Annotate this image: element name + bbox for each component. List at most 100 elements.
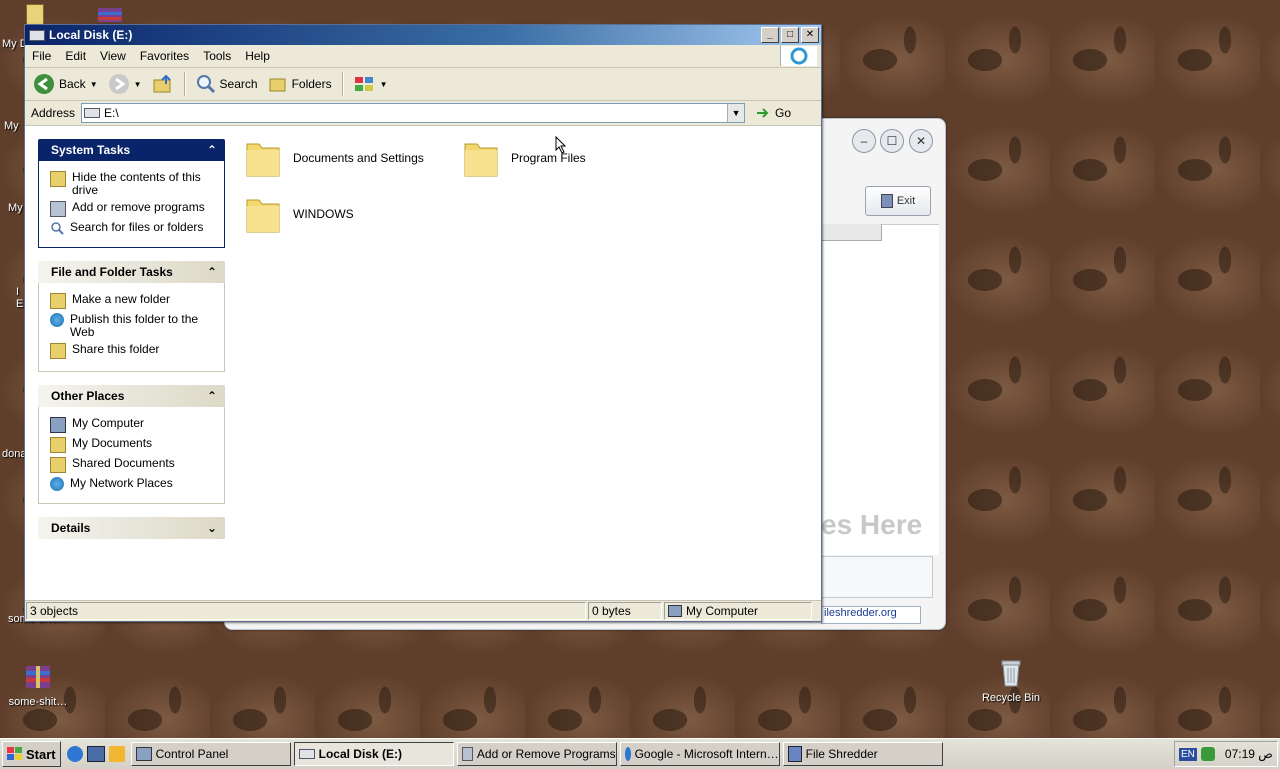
clock[interactable]: 07:19 ص xyxy=(1225,747,1273,761)
menu-favorites[interactable]: Favorites xyxy=(133,49,196,63)
file-list-panel[interactable] xyxy=(821,224,939,555)
place-my-computer[interactable]: My Computer xyxy=(50,417,216,433)
details-header[interactable]: Details ⌄ xyxy=(38,517,225,539)
toolbar: Back ▼ ▼ Search Folders ▼ xyxy=(25,68,821,101)
desktop-icon-label-partial[interactable]: I xyxy=(16,286,19,298)
search-label: Search xyxy=(219,77,258,91)
security-shield-icon[interactable] xyxy=(1200,747,1215,761)
address-dropdown-button[interactable]: ▼ xyxy=(727,104,745,122)
other-places-header[interactable]: Other Places ⌃ xyxy=(38,385,225,407)
title-bar[interactable]: Local Disk (E:) _ □ ✕ xyxy=(25,25,821,45)
chevron-down-icon[interactable]: ▼ xyxy=(134,80,142,89)
pane-title: Details xyxy=(51,521,91,535)
desktop-icon-label-partial[interactable]: My xyxy=(8,202,23,214)
task-make-new-folder[interactable]: Make a new folder xyxy=(50,293,216,309)
up-folder-icon xyxy=(153,74,171,93)
task-add-remove-programs[interactable]: Add or remove programs xyxy=(50,201,216,217)
start-button[interactable]: Start xyxy=(2,741,61,767)
task-label: Hide the contents of this drive xyxy=(72,170,201,197)
system-tasks-header[interactable]: System Tasks ⌃ xyxy=(38,139,225,161)
new-folder-icon xyxy=(50,293,66,309)
show-desktop-icon[interactable] xyxy=(86,746,105,762)
search-button[interactable]: Search xyxy=(192,72,262,96)
menu-tools[interactable]: Tools xyxy=(196,49,238,63)
taskbar-button-add-remove-programs[interactable]: Add or Remove Programs xyxy=(456,742,617,766)
windows-flag-icon xyxy=(7,747,22,760)
up-folder-button[interactable] xyxy=(148,72,178,96)
status-location: My Computer xyxy=(664,602,812,620)
task-search-files[interactable]: Search for files or folders xyxy=(50,221,216,235)
collapse-icon[interactable]: ⌃ xyxy=(207,389,217,403)
place-my-network-places[interactable]: My Network Places xyxy=(50,477,216,491)
status-bar: 3 objects 0 bytes My Computer xyxy=(25,600,821,621)
views-button[interactable]: ▼ xyxy=(350,73,392,95)
other-places-pane: Other Places ⌃ My Computer My Documents … xyxy=(38,385,225,504)
status-location-label: My Computer xyxy=(686,604,759,618)
shared-folder-icon xyxy=(50,457,66,473)
back-button[interactable]: Back ▼ xyxy=(29,71,102,97)
desktop-icon-label-partial[interactable]: dona xyxy=(2,448,26,460)
taskbar-button-file-shredder[interactable]: File Shredder xyxy=(782,742,943,766)
collapse-icon[interactable]: ⌃ xyxy=(207,143,217,157)
expand-icon[interactable]: ⌄ xyxy=(207,521,217,535)
language-indicator[interactable]: EN xyxy=(1179,747,1197,761)
chevron-down-icon[interactable]: ▼ xyxy=(90,80,98,89)
desktop-icon-archive[interactable]: some-shit… xyxy=(0,660,76,708)
minimize-button[interactable]: _ xyxy=(761,27,779,43)
website-link[interactable]: ileshredder.org xyxy=(821,606,921,624)
menu-edit[interactable]: Edit xyxy=(58,49,93,63)
taskbar-button-label: Local Disk (E:) xyxy=(318,747,402,761)
place-my-documents[interactable]: My Documents xyxy=(50,437,216,453)
menu-view[interactable]: View xyxy=(93,49,133,63)
media-player-icon[interactable] xyxy=(108,746,125,762)
folders-label: Folders xyxy=(291,77,332,91)
folder-windows[interactable]: WINDOWS xyxy=(243,192,354,236)
explorer-window[interactable]: Local Disk (E:) _ □ ✕ File Edit View Fav… xyxy=(24,24,822,622)
go-button[interactable]: Go xyxy=(751,106,795,120)
file-folder-tasks-header[interactable]: File and Folder Tasks ⌃ xyxy=(38,261,225,283)
maximize-button[interactable]: □ xyxy=(781,27,799,43)
task-publish-web[interactable]: Publish this folder to the Web xyxy=(50,313,216,339)
folders-button[interactable]: Folders xyxy=(264,72,336,96)
action-area[interactable] xyxy=(821,556,933,598)
task-label: Publish this folder to the Web xyxy=(70,312,199,339)
folder-view[interactable]: System Tasks ⌃ Hide the contents of this… xyxy=(25,126,821,600)
collapse-icon[interactable]: ⌃ xyxy=(207,265,217,279)
go-label: Go xyxy=(775,106,792,120)
search-icon xyxy=(196,75,215,94)
place-label: My Documents xyxy=(72,436,153,450)
folder-documents-and-settings[interactable]: Documents and Settings xyxy=(243,136,424,180)
system-tray: EN 07:19 ص xyxy=(1174,741,1278,767)
internet-explorer-icon[interactable] xyxy=(66,746,83,762)
taskbar-button-control-panel[interactable]: Control Panel xyxy=(130,742,291,766)
column-header[interactable] xyxy=(821,224,882,241)
pane-title: File and Folder Tasks xyxy=(51,265,173,279)
place-shared-documents[interactable]: Shared Documents xyxy=(50,457,216,473)
close-button[interactable]: ✕ xyxy=(801,27,819,43)
taskbar-button-internet-explorer[interactable]: Google - Microsoft Intern… xyxy=(619,742,780,766)
task-label: Search for files or folders xyxy=(70,220,204,234)
task-hide-contents[interactable]: Hide the contents of this drive xyxy=(50,171,216,197)
taskbar-button-local-disk[interactable]: Local Disk (E:) xyxy=(293,742,454,766)
windows-logo-icon xyxy=(780,46,817,66)
close-button[interactable]: ✕ xyxy=(909,129,933,153)
computer-icon xyxy=(668,605,682,617)
address-label: Address xyxy=(31,106,76,120)
menu-file[interactable]: File xyxy=(25,49,58,63)
task-share-folder[interactable]: Share this folder xyxy=(50,343,216,359)
task-label: Share this folder xyxy=(72,342,160,356)
desktop-icon-label-partial[interactable]: My xyxy=(4,120,19,132)
place-label: My Network Places xyxy=(70,476,173,490)
desktop-icon-label-partial[interactable]: E xyxy=(16,298,23,310)
forward-button[interactable]: ▼ xyxy=(104,71,146,97)
exit-button[interactable]: Exit xyxy=(865,186,931,216)
desktop-icon-recycle-bin[interactable]: Recycle Bin xyxy=(973,656,1049,704)
desktop-folder-icon[interactable] xyxy=(26,4,44,26)
address-input[interactable]: E:\ ▼ xyxy=(81,103,746,123)
maximize-button[interactable]: ☐ xyxy=(880,129,904,153)
menu-help[interactable]: Help xyxy=(238,49,277,63)
winrar-archive-icon[interactable] xyxy=(96,4,124,24)
minimize-button[interactable]: – xyxy=(852,129,876,153)
back-arrow-icon xyxy=(34,74,54,94)
folder-icon xyxy=(50,171,66,187)
